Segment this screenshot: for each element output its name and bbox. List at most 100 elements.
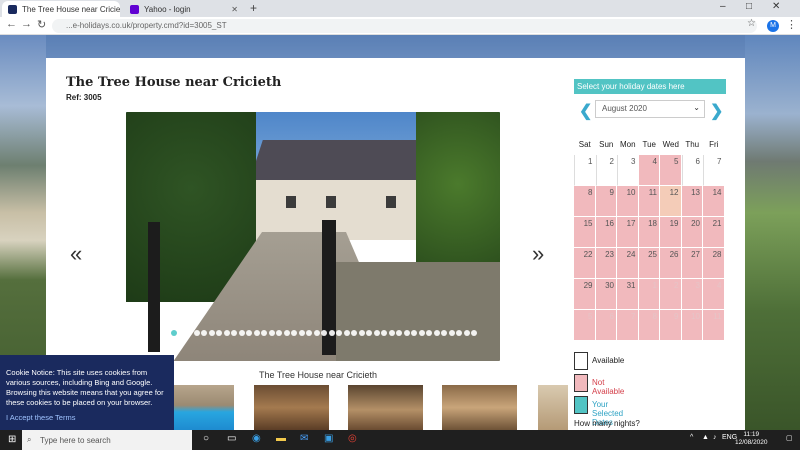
calendar-day-cell[interactable]: 13 xyxy=(681,186,703,217)
calendar-day-cell[interactable]: 4 xyxy=(638,155,660,186)
task-view-icon[interactable]: ○ xyxy=(203,433,209,444)
gallery-dot[interactable] xyxy=(208,330,215,336)
gallery-dot[interactable] xyxy=(396,330,402,336)
gallery-next-button[interactable]: » xyxy=(532,241,544,267)
calendar-day-cell[interactable]: 26 xyxy=(660,248,682,279)
gallery-dot[interactable] xyxy=(283,330,290,336)
calendar-day-cell[interactable]: 7 xyxy=(703,155,725,186)
calendar-day-cell[interactable]: 3 xyxy=(617,155,639,186)
gallery-dot[interactable] xyxy=(306,330,312,336)
thumbnail-pool[interactable] xyxy=(164,385,234,430)
gallery-dot[interactable] xyxy=(178,330,185,336)
gallery-dot[interactable] xyxy=(171,330,177,336)
gallery-dot[interactable] xyxy=(463,330,470,336)
gallery-dot[interactable] xyxy=(358,330,365,336)
calendar-day-cell[interactable]: 19 xyxy=(660,217,682,248)
calendar-day-cell[interactable]: 12 xyxy=(660,186,682,217)
reload-icon[interactable]: ↻ xyxy=(37,18,46,31)
gallery-dot[interactable] xyxy=(298,330,305,336)
gallery-dot[interactable] xyxy=(193,330,200,336)
gallery-dot[interactable] xyxy=(268,330,275,336)
menu-kebab-icon[interactable]: ⋮ xyxy=(786,18,797,31)
calendar-day-cell[interactable]: 6 xyxy=(681,155,703,186)
gallery-dot[interactable] xyxy=(418,330,425,336)
calendar-day-cell[interactable]: 16 xyxy=(595,217,617,248)
calendar-day-cell[interactable]: 15 xyxy=(574,217,596,248)
notifications-icon[interactable]: ▢ xyxy=(786,434,793,442)
calendar-day-cell[interactable]: 31 xyxy=(617,279,639,310)
file-explorer-icon[interactable]: ▬ xyxy=(276,433,286,444)
calendar-day-cell[interactable]: 29 xyxy=(574,279,596,310)
calendar-day-cell[interactable]: 21 xyxy=(703,217,725,248)
browser-tab-active[interactable]: The Tree House near Cricieth ✕ xyxy=(2,1,120,17)
calendar-prev-month-button[interactable]: ❮ xyxy=(579,101,592,121)
thumbnail-living-room[interactable] xyxy=(348,385,423,430)
profile-avatar[interactable]: M xyxy=(767,20,779,32)
edge-browser-icon[interactable]: ◉ xyxy=(252,433,261,444)
gallery-dot[interactable] xyxy=(433,330,440,336)
maximize-window-button[interactable]: □ xyxy=(746,1,752,12)
gallery-dot[interactable] xyxy=(276,330,282,336)
gallery-dot[interactable] xyxy=(351,330,357,336)
forward-icon[interactable]: → xyxy=(21,18,32,30)
calendar-day-cell[interactable]: 20 xyxy=(681,217,703,248)
gallery-dot[interactable] xyxy=(261,330,267,336)
minimize-window-button[interactable]: – xyxy=(720,1,726,12)
new-tab-button[interactable]: + xyxy=(250,1,257,15)
close-window-button[interactable]: ✕ xyxy=(772,1,780,12)
bookmark-star-icon[interactable]: ☆ xyxy=(747,18,756,29)
gallery-dot[interactable] xyxy=(381,330,387,336)
gallery-dot[interactable] xyxy=(328,330,335,336)
calendar-day-cell[interactable]: 10 xyxy=(617,186,639,217)
calendar-day-cell[interactable]: 22 xyxy=(574,248,596,279)
widgets-icon[interactable]: ▭ xyxy=(227,433,236,444)
tray-network-icon[interactable]: ▲ xyxy=(702,434,709,441)
gallery-dot[interactable] xyxy=(238,330,245,336)
calendar-next-month-button[interactable]: ❯ xyxy=(710,101,723,121)
month-select[interactable]: August 2020 ⌄ xyxy=(595,100,705,118)
calendar-day-cell[interactable]: 2 xyxy=(595,155,617,186)
taskbar-search-box[interactable]: ⌕ Type here to search xyxy=(22,430,192,450)
calendar-day-cell[interactable]: 28 xyxy=(703,248,725,279)
gallery-dot[interactable] xyxy=(388,330,395,336)
calendar-day-cell[interactable]: 5 xyxy=(660,155,682,186)
gallery-dot[interactable] xyxy=(336,330,342,336)
calendar-day-cell[interactable]: 23 xyxy=(595,248,617,279)
gallery-dot[interactable] xyxy=(456,330,462,336)
gallery-main-photo[interactable] xyxy=(126,112,500,361)
gallery-dot[interactable] xyxy=(216,330,222,336)
calendar-day-cell[interactable]: 9 xyxy=(595,186,617,217)
gallery-dot[interactable] xyxy=(403,330,410,336)
gallery-dot[interactable] xyxy=(448,330,455,336)
gallery-dot[interactable] xyxy=(231,330,237,336)
gallery-dot[interactable] xyxy=(411,330,417,336)
gallery-dot[interactable] xyxy=(441,330,447,336)
gallery-dot[interactable] xyxy=(186,330,192,336)
gallery-dot[interactable] xyxy=(313,330,320,336)
calendar-day-cell[interactable]: 11 xyxy=(638,186,660,217)
calendar-day-cell[interactable]: 30 xyxy=(595,279,617,310)
gallery-dot[interactable] xyxy=(201,330,207,336)
gallery-dot[interactable] xyxy=(253,330,260,336)
calendar-day-cell[interactable]: 1 xyxy=(574,155,596,186)
calendar-day-cell[interactable]: 14 xyxy=(703,186,725,217)
calendar-day-cell[interactable]: 24 xyxy=(617,248,639,279)
gallery-dot[interactable] xyxy=(246,330,252,336)
tray-volume-icon[interactable]: ♪ xyxy=(713,434,717,441)
store-icon[interactable]: ▣ xyxy=(324,433,333,444)
calendar-day-cell[interactable]: 17 xyxy=(617,217,639,248)
gallery-dot[interactable] xyxy=(471,330,477,336)
gallery-prev-button[interactable]: « xyxy=(70,241,82,267)
accept-cookies-link[interactable]: I Accept these Terms xyxy=(6,413,75,423)
calendar-day-cell[interactable]: 18 xyxy=(638,217,660,248)
mail-icon[interactable]: ✉ xyxy=(300,433,308,444)
gallery-dot[interactable] xyxy=(343,330,350,336)
chrome-icon[interactable]: ◎ xyxy=(348,433,357,444)
windows-start-icon[interactable]: ⊞ xyxy=(8,434,16,445)
calendar-day-cell[interactable]: 8 xyxy=(574,186,596,217)
thumbnail-lounge[interactable] xyxy=(254,385,329,430)
taskbar-clock[interactable]: 11:19 12/08/2020 xyxy=(735,431,768,447)
thumbnail-bedroom[interactable] xyxy=(538,385,568,430)
close-tab-icon[interactable]: ✕ xyxy=(227,5,238,14)
gallery-dot[interactable] xyxy=(321,330,327,336)
